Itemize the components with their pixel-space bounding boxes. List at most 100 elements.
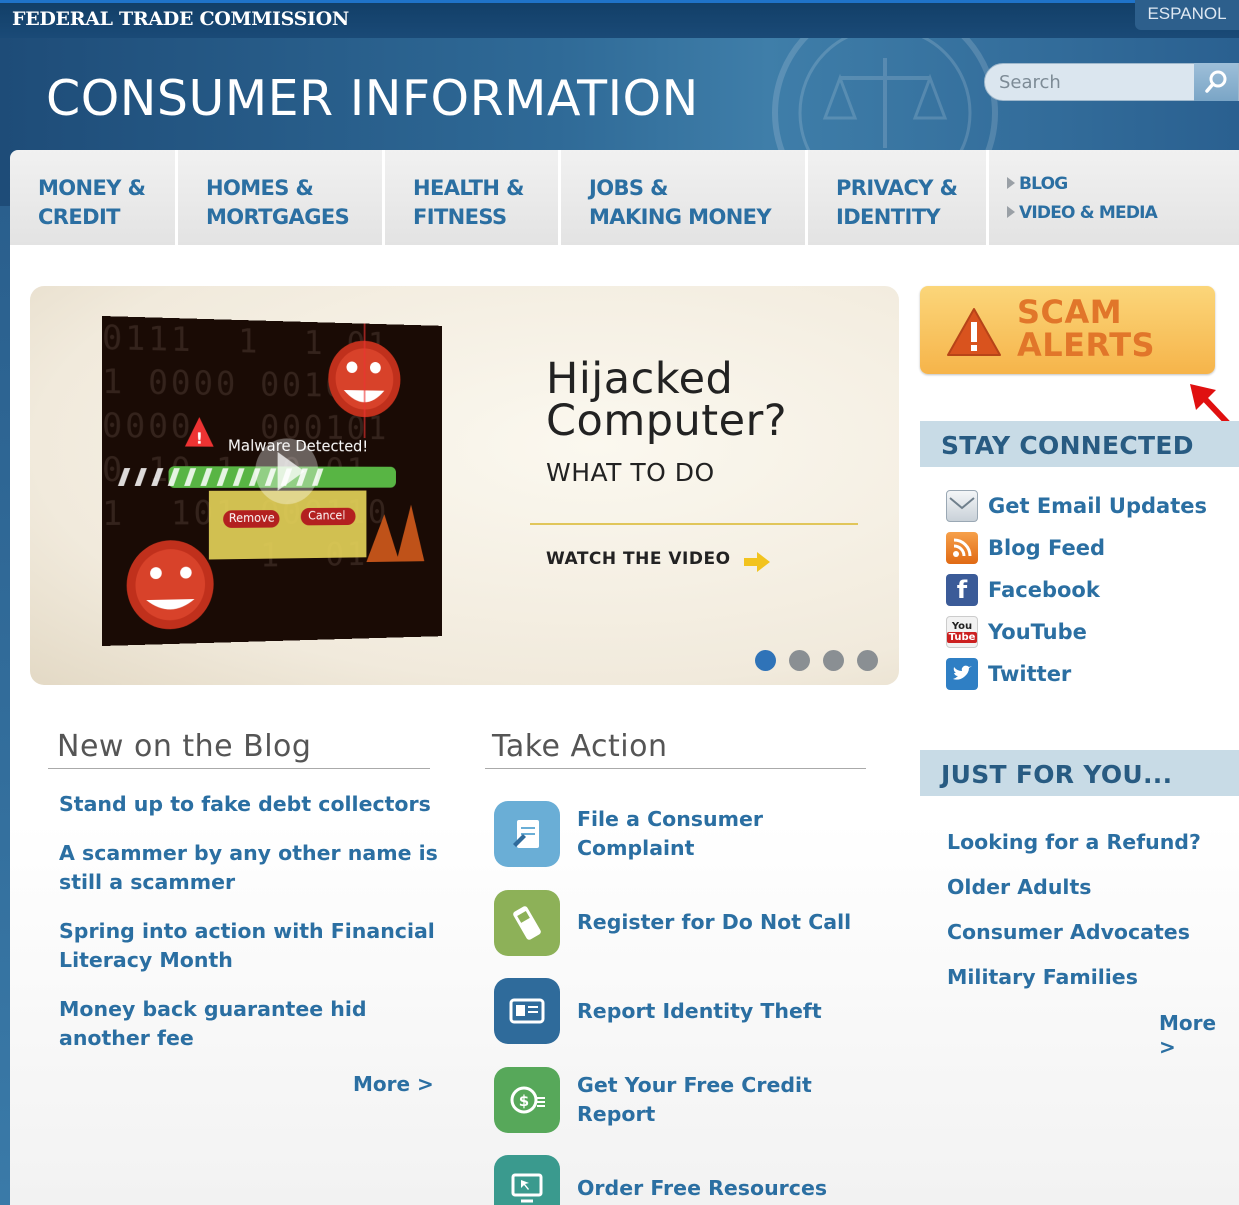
social-label: Get Email Updates	[988, 494, 1208, 518]
social-blog-feed[interactable]: Blog Feed	[946, 527, 1207, 569]
action-label: Order Free Resources	[577, 1175, 828, 1200]
action-identity-theft[interactable]: Report Identity Theft	[494, 967, 854, 1056]
just-for-you-more-link[interactable]: More >	[1159, 1011, 1239, 1059]
scam-alerts-label: SCAM ALERTS	[1017, 293, 1156, 364]
nav-privacy-identity[interactable]: PRIVACY & IDENTITY	[808, 150, 989, 245]
phone-icon	[494, 889, 560, 956]
social-links-list: Get Email Updates Blog Feed f Facebook Y…	[946, 485, 1207, 695]
monitor-icon	[494, 1155, 560, 1205]
social-facebook[interactable]: f Facebook	[946, 569, 1207, 611]
search-icon	[1205, 70, 1227, 93]
action-file-complaint[interactable]: File a Consumer Complaint	[494, 790, 854, 879]
nav-video-media-link[interactable]: VIDEO & MEDIA	[1007, 199, 1158, 228]
malware-virus-illustration: !	[117, 316, 425, 631]
blog-list: Stand up to fake debt collectors A scamm…	[59, 790, 439, 1073]
site-title: CONSUMER INFORMATION	[46, 70, 699, 127]
carousel-dot[interactable]	[789, 650, 810, 671]
take-action-title: Take Action	[492, 729, 668, 764]
nav-secondary-links: BLOG VIDEO & MEDIA	[989, 150, 1158, 245]
youtube-icon: You Tube	[946, 616, 978, 648]
carousel-pager	[755, 650, 878, 671]
nav-label: MONEY &	[38, 176, 146, 200]
rss-icon	[946, 532, 978, 564]
action-do-not-call[interactable]: Register for Do Not Call	[494, 879, 854, 968]
social-label: Blog Feed	[988, 536, 1105, 560]
blog-link[interactable]: A scammer by any other name is still a s…	[59, 839, 439, 897]
carousel-dot[interactable]	[823, 650, 844, 671]
nav-label: PRIVACY &	[836, 176, 958, 200]
watch-video-link[interactable]: WATCH THE VIDEO	[546, 549, 731, 569]
id-card-icon	[494, 978, 560, 1045]
triangle-right-icon	[1007, 206, 1015, 218]
social-youtube[interactable]: You Tube YouTube	[946, 611, 1207, 653]
complaint-icon	[494, 801, 560, 868]
page-edge-stripe	[0, 206, 10, 1205]
hero-carousel[interactable]: 0111 1 1 01 1 0000 0010 0000 000101 0 10…	[30, 286, 899, 685]
social-label: YouTube	[988, 620, 1087, 644]
email-icon	[946, 490, 978, 522]
social-email[interactable]: Get Email Updates	[946, 485, 1207, 527]
triangle-right-icon	[1007, 177, 1015, 189]
nav-label: CREDIT	[38, 205, 121, 229]
warning-icon	[947, 308, 1001, 356]
jfy-link-military-families[interactable]: Military Families	[947, 961, 1201, 1006]
social-label: Twitter	[988, 662, 1072, 686]
nav-jobs-making-money[interactable]: JOBS & MAKING MONEY	[561, 150, 808, 245]
remove-button-graphic: Remove	[228, 511, 275, 525]
stay-connected-header: STAY CONNECTED	[920, 421, 1239, 467]
just-for-you-header: JUST FOR YOU...	[920, 750, 1239, 796]
nav-label: MAKING MONEY	[589, 205, 772, 229]
social-twitter[interactable]: Twitter	[946, 653, 1207, 695]
agency-bar: FEDERAL TRADE COMMISSION ESPANOL	[0, 0, 1239, 38]
coin-icon: $	[494, 1066, 560, 1133]
blog-link[interactable]: Stand up to fake debt collectors	[59, 790, 439, 819]
nav-health-fitness[interactable]: HEALTH & FITNESS	[385, 150, 561, 245]
nav-label: IDENTITY	[836, 205, 941, 229]
hero-title: Hijacked Computer?	[546, 354, 788, 446]
carousel-dot[interactable]	[755, 650, 776, 671]
nav-money-credit[interactable]: MONEY & CREDIT	[10, 150, 178, 245]
action-label: Get Your Free Credit Report	[577, 1072, 812, 1126]
facebook-icon: f	[946, 574, 978, 606]
nav-label: JOBS &	[589, 176, 668, 200]
action-label: File a Consumer Complaint	[577, 807, 763, 861]
jfy-link-refund[interactable]: Looking for a Refund?	[947, 826, 1201, 871]
action-order-resources[interactable]: Order Free Resources	[494, 1144, 854, 1205]
nav-blog-label: BLOG	[1019, 174, 1068, 194]
agency-name: FEDERAL TRADE COMMISSION	[12, 8, 349, 30]
svg-text:!: !	[196, 429, 203, 448]
main-nav: MONEY & CREDIT HOMES & MORTGAGES HEALTH …	[10, 150, 1239, 245]
espanol-link[interactable]: ESPANOL	[1135, 0, 1239, 30]
take-action-list: File a Consumer Complaint Register for D…	[494, 790, 854, 1205]
video-thumbnail[interactable]: 0111 1 1 01 1 0000 0010 0000 000101 0 10…	[102, 316, 442, 646]
search-input[interactable]	[999, 70, 1194, 94]
nav-label: HEALTH &	[413, 176, 524, 200]
blog-link[interactable]: Money back guarantee hid another fee	[59, 995, 439, 1053]
action-credit-report[interactable]: $ Get Your Free Credit Report	[494, 1056, 854, 1145]
nav-label: FITNESS	[413, 205, 507, 229]
nav-blog-link[interactable]: BLOG	[1007, 170, 1157, 199]
just-for-you-list: Looking for a Refund? Older Adults Consu…	[947, 826, 1201, 1006]
hero-subtitle: WHAT TO DO	[546, 458, 715, 487]
blog-section-divider	[48, 768, 430, 769]
blog-section-title: New on the Blog	[57, 729, 312, 764]
svg-text:$: $	[519, 1092, 529, 1110]
nav-label: MORTGAGES	[206, 205, 350, 229]
social-label: Facebook	[988, 578, 1100, 602]
search-button[interactable]	[1194, 63, 1238, 101]
hero-divider	[530, 523, 858, 525]
blog-more-link[interactable]: More >	[353, 1072, 434, 1096]
arrow-right-icon	[744, 552, 770, 572]
action-label: Register for Do Not Call	[577, 910, 852, 935]
scam-alerts-button[interactable]: SCAM ALERTS	[920, 286, 1215, 374]
nav-homes-mortgages[interactable]: HOMES & MORTGAGES	[178, 150, 385, 245]
jfy-link-consumer-advocates[interactable]: Consumer Advocates	[947, 916, 1201, 961]
blog-link[interactable]: Spring into action with Financial Litera…	[59, 917, 439, 975]
take-action-divider	[485, 768, 866, 769]
action-label: Report Identity Theft	[577, 998, 822, 1023]
jfy-link-older-adults[interactable]: Older Adults	[947, 871, 1201, 916]
search-box	[984, 63, 1239, 101]
twitter-icon	[946, 658, 978, 690]
nav-label: HOMES &	[206, 176, 314, 200]
carousel-dot[interactable]	[857, 650, 878, 671]
